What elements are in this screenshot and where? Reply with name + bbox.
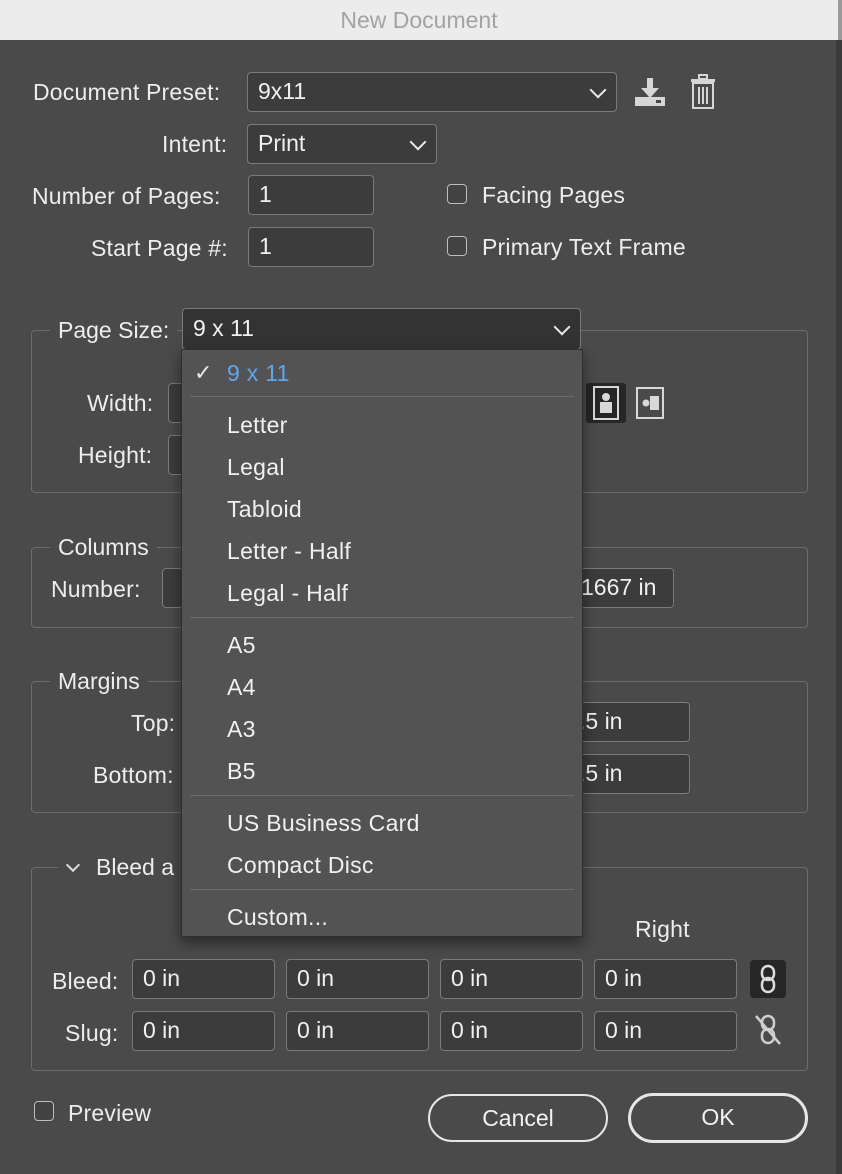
ok-button[interactable]: OK <box>628 1093 808 1143</box>
page-size-label: Page Size: <box>50 317 178 344</box>
page-size-option-a5[interactable]: A5 <box>227 632 256 659</box>
columns-number-label: Number: <box>51 576 141 602</box>
height-label: Height: <box>78 442 153 468</box>
intent-value: Print <box>258 130 306 156</box>
width-label: Width: <box>87 390 154 416</box>
menu-separator <box>190 795 574 796</box>
page-size-option-b5[interactable]: B5 <box>227 758 256 785</box>
margin-bottom-label: Bottom: <box>93 762 174 788</box>
landscape-orientation-icon[interactable] <box>636 385 664 421</box>
page-size-option-legal-half[interactable]: Legal - Half <box>227 580 348 607</box>
menu-separator <box>190 617 574 618</box>
chevron-down-icon <box>65 857 81 873</box>
chevron-down-icon <box>553 318 571 336</box>
page-size-option-a3[interactable]: A3 <box>227 716 256 743</box>
primary-text-frame-checkbox[interactable] <box>447 236 467 256</box>
slug-bottom-input[interactable]: 0 in <box>286 1011 429 1051</box>
window-title: New Document <box>0 0 842 41</box>
save-preset-icon[interactable] <box>632 74 668 110</box>
page-size-value: 9 x 11 <box>193 315 254 341</box>
delete-preset-icon[interactable] <box>689 74 717 110</box>
slug-right-input[interactable]: 0 in <box>594 1011 737 1051</box>
bleed-top-input[interactable]: 0 in <box>132 959 275 999</box>
document-preset-value: 9x11 <box>258 78 307 104</box>
bleed-label: Bleed: <box>52 968 119 994</box>
margin-top-label: Top: <box>131 710 176 736</box>
bleed-right-header: Right <box>635 916 690 942</box>
start-page-input[interactable]: 1 <box>248 227 374 267</box>
bleed-left-input[interactable]: 0 in <box>440 959 583 999</box>
slug-label: Slug: <box>65 1020 119 1046</box>
page-size-option-letter[interactable]: Letter <box>227 412 288 439</box>
cancel-button[interactable]: Cancel <box>428 1094 608 1142</box>
page-size-option-letter-half[interactable]: Letter - Half <box>227 538 351 565</box>
page-size-option-9x11[interactable]: 9 x 11 <box>227 360 290 387</box>
link-bleed-icon[interactable] <box>750 960 786 998</box>
page-size-option-a4[interactable]: A4 <box>227 674 256 701</box>
chevron-down-icon <box>589 81 607 99</box>
start-page-label: Start Page #: <box>91 235 228 261</box>
chevron-down-icon <box>409 133 427 151</box>
slug-left-input[interactable]: 0 in <box>440 1011 583 1051</box>
intent-label: Intent: <box>162 131 228 157</box>
unlink-slug-icon[interactable] <box>753 1012 783 1048</box>
document-preset-label: Document Preset: <box>33 79 221 105</box>
columns-legend: Columns <box>50 534 157 561</box>
number-of-pages-input[interactable]: 1 <box>248 175 374 215</box>
page-size-option-custom[interactable]: Custom... <box>227 904 328 931</box>
menu-separator <box>190 396 574 397</box>
facing-pages-checkbox[interactable] <box>447 184 467 204</box>
bleed-right-input[interactable]: 0 in <box>594 959 737 999</box>
bleed-slug-legend-label: Bleed a <box>96 854 175 880</box>
margins-legend: Margins <box>50 668 148 695</box>
page-size-dropdown-menu: ✓ 9 x 11 Letter Legal Tabloid Letter - H… <box>181 349 583 937</box>
slug-top-input[interactable]: 0 in <box>132 1011 275 1051</box>
bleed-bottom-input[interactable]: 0 in <box>286 959 429 999</box>
page-size-option-us-business-card[interactable]: US Business Card <box>227 810 420 837</box>
primary-text-frame-label: Primary Text Frame <box>482 234 686 260</box>
intent-select[interactable]: Print <box>247 124 437 164</box>
page-size-option-compact-disc[interactable]: Compact Disc <box>227 852 374 879</box>
portrait-orientation-icon[interactable] <box>586 383 626 423</box>
preview-label: Preview <box>68 1100 152 1126</box>
checkmark-icon: ✓ <box>194 360 213 385</box>
page-size-option-legal[interactable]: Legal <box>227 454 285 481</box>
menu-separator <box>190 889 574 890</box>
preview-checkbox[interactable] <box>34 1101 54 1121</box>
facing-pages-label: Facing Pages <box>482 182 626 208</box>
page-size-option-tabloid[interactable]: Tabloid <box>227 496 302 523</box>
bleed-slug-legend[interactable]: Bleed a <box>58 854 183 881</box>
document-preset-select[interactable]: 9x11 <box>247 72 617 112</box>
number-of-pages-label: Number of Pages: <box>32 183 221 209</box>
page-size-select[interactable]: 9 x 11 <box>182 308 581 350</box>
